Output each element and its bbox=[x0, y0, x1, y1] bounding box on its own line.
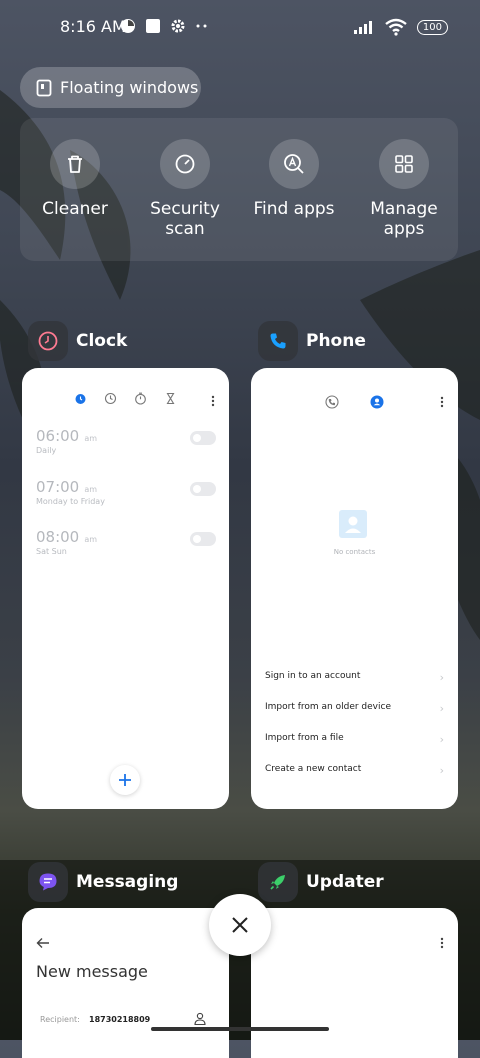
recipient-label: Recipient: bbox=[40, 1015, 80, 1024]
gear-icon bbox=[171, 19, 185, 33]
contacts-tab-icon[interactable] bbox=[370, 395, 384, 409]
manage-apps-button[interactable]: Manage apps bbox=[349, 139, 459, 239]
alarm-tab-icon[interactable] bbox=[74, 392, 87, 405]
contact-placeholder-icon bbox=[339, 510, 367, 538]
clock-icon bbox=[38, 331, 58, 351]
alarm-ampm: am bbox=[84, 434, 98, 443]
alarm-item[interactable]: 08:00 am Sat Sun bbox=[36, 527, 216, 556]
quick-tools-panel: Cleaner Security scan Find apps Manage a… bbox=[20, 118, 458, 261]
back-arrow-icon[interactable] bbox=[36, 937, 50, 949]
wifi-icon bbox=[385, 18, 407, 36]
chevron-right-icon: › bbox=[439, 702, 444, 715]
cleaner-button[interactable]: Cleaner bbox=[20, 139, 130, 219]
clock-app-card[interactable]: 06:00 am Daily 07:00 am Monday to Friday… bbox=[22, 368, 229, 809]
messaging-app-header[interactable]: Messaging bbox=[28, 862, 178, 902]
alarm-toggle[interactable] bbox=[190, 532, 216, 546]
clear-all-button[interactable] bbox=[209, 894, 271, 956]
floating-windows-button[interactable]: Floating windows bbox=[20, 67, 201, 108]
option-label: Sign in to an account bbox=[265, 671, 361, 681]
messaging-icon bbox=[39, 873, 57, 891]
alarm-item[interactable]: 06:00 am Daily bbox=[36, 426, 216, 455]
import-file-option[interactable]: Import from a file › bbox=[265, 733, 444, 746]
alarm-toggle[interactable] bbox=[190, 482, 216, 496]
world-clock-tab-icon[interactable] bbox=[104, 392, 117, 405]
clock-more-icon[interactable] bbox=[211, 395, 215, 407]
chevron-right-icon: › bbox=[439, 671, 444, 684]
alarm-ampm: am bbox=[84, 535, 98, 544]
phone-more-icon[interactable] bbox=[440, 396, 444, 408]
recents-tab-icon[interactable] bbox=[325, 395, 339, 409]
trash-icon bbox=[68, 155, 82, 173]
manage-apps-label: Manage apps bbox=[370, 199, 438, 239]
recipient-field[interactable]: 18730218809 bbox=[89, 1015, 150, 1024]
messaging-app-title: Messaging bbox=[76, 872, 179, 892]
stopwatch-tab-icon[interactable] bbox=[134, 392, 147, 405]
phone-app-title: Phone bbox=[306, 331, 366, 351]
clock-tabs bbox=[74, 392, 177, 405]
rocket-icon bbox=[270, 875, 285, 890]
alarm-time: 06:00 bbox=[36, 427, 80, 445]
chevron-right-icon: › bbox=[439, 733, 444, 746]
close-icon bbox=[232, 917, 248, 933]
alarm-repeat: Monday to Friday bbox=[36, 497, 105, 506]
security-scan-label: Security scan bbox=[150, 199, 220, 239]
alarm-time: 08:00 bbox=[36, 528, 80, 546]
no-contacts-text: No contacts bbox=[333, 548, 376, 556]
alarm-item[interactable]: 07:00 am Monday to Friday bbox=[36, 477, 216, 506]
status-time: 8:16 AM bbox=[60, 17, 126, 36]
floating-windows-label: Floating windows bbox=[60, 78, 199, 97]
sign-in-option[interactable]: Sign in to an account › bbox=[265, 671, 444, 684]
import-older-device-option[interactable]: Import from an older device › bbox=[265, 702, 444, 715]
data-saver-icon bbox=[121, 19, 135, 33]
alarm-time: 07:00 bbox=[36, 478, 80, 496]
chevron-right-icon: › bbox=[439, 764, 444, 777]
more-dots-icon bbox=[196, 24, 207, 28]
security-scan-icon bbox=[175, 154, 195, 174]
alarm-repeat: Daily bbox=[36, 446, 57, 455]
find-apps-button[interactable]: Find apps bbox=[239, 139, 349, 219]
battery-indicator: 100 bbox=[416, 19, 448, 35]
signal-icon bbox=[353, 21, 372, 34]
find-apps-label: Find apps bbox=[253, 199, 335, 219]
clock-app-title: Clock bbox=[76, 331, 128, 351]
clock-app-header[interactable]: Clock bbox=[28, 321, 127, 361]
notification-square-icon bbox=[146, 19, 160, 33]
phone-app-card[interactable]: No contacts Sign in to an account › Impor… bbox=[251, 368, 458, 809]
new-message-heading: New message bbox=[36, 962, 148, 981]
option-label: Create a new contact bbox=[265, 764, 362, 774]
timer-tab-icon[interactable] bbox=[164, 392, 177, 405]
find-apps-icon bbox=[284, 154, 304, 174]
person-icon[interactable] bbox=[194, 1012, 206, 1026]
updater-more-icon[interactable] bbox=[440, 937, 444, 949]
create-contact-option[interactable]: Create a new contact › bbox=[265, 764, 444, 777]
plus-icon bbox=[119, 774, 131, 786]
phone-icon bbox=[270, 333, 286, 349]
option-label: Import from an older device bbox=[265, 702, 391, 712]
messaging-app-card[interactable]: New message Recipient: 18730218809 bbox=[22, 908, 229, 1058]
phone-app-header[interactable]: Phone bbox=[258, 321, 366, 361]
updater-app-header[interactable]: Updater bbox=[258, 862, 384, 902]
floating-window-icon bbox=[36, 79, 52, 96]
status-bar: 8:16 AM 100 bbox=[0, 0, 480, 56]
option-label: Import from a file bbox=[265, 733, 344, 743]
alarm-toggle[interactable] bbox=[190, 431, 216, 445]
updater-app-card[interactable] bbox=[251, 908, 458, 1058]
add-alarm-button[interactable] bbox=[110, 765, 140, 795]
alarm-ampm: am bbox=[84, 485, 98, 494]
security-scan-button[interactable]: Security scan bbox=[130, 139, 240, 239]
updater-app-title: Updater bbox=[306, 872, 384, 892]
grid-icon bbox=[395, 155, 413, 173]
cleaner-label: Cleaner bbox=[42, 199, 108, 219]
alarm-repeat: Sat Sun bbox=[36, 547, 67, 556]
home-indicator[interactable] bbox=[151, 1027, 329, 1031]
